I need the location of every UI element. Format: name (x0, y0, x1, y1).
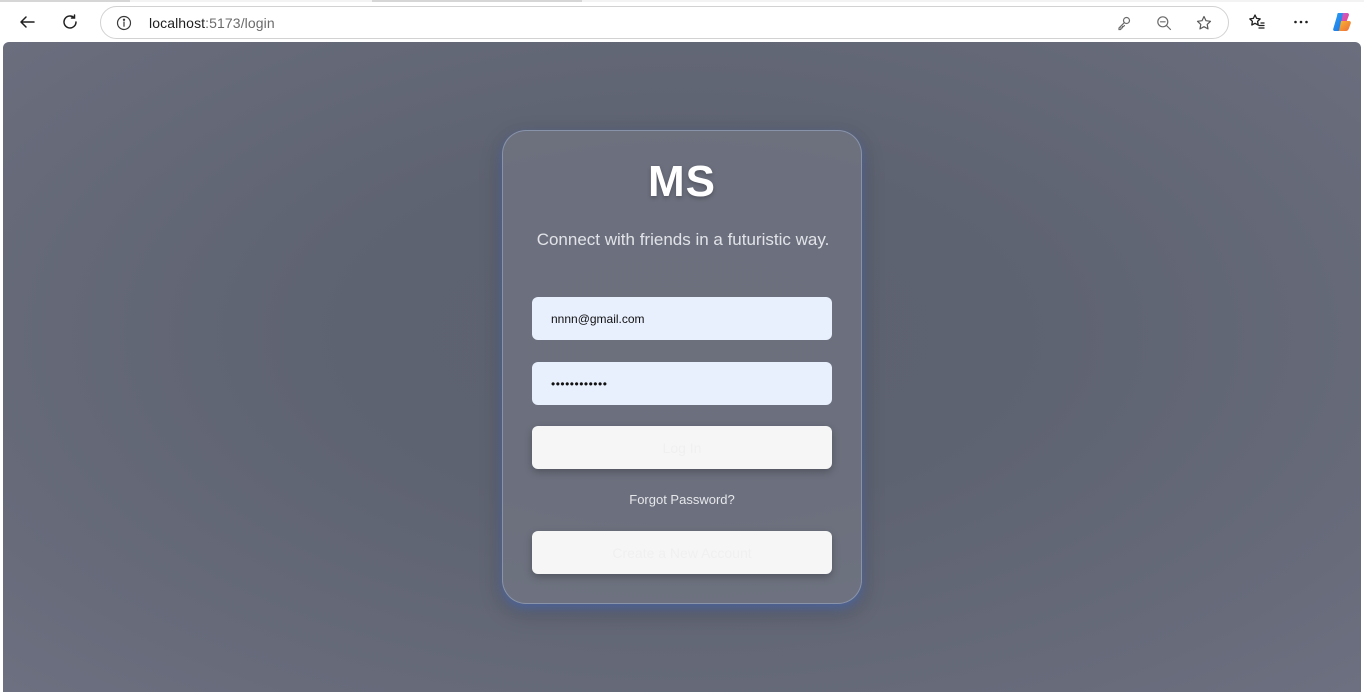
url-host: localhost (149, 15, 206, 31)
page-viewport: MS Connect with friends in a futuristic … (3, 42, 1361, 692)
login-card: MS Connect with friends in a futuristic … (502, 130, 862, 604)
password-field[interactable] (532, 362, 832, 405)
more-icon[interactable] (1285, 6, 1317, 38)
email-field[interactable] (532, 297, 832, 340)
browser-toolbar: localhost:5173/login (0, 2, 1364, 42)
star-icon[interactable] (1194, 13, 1214, 33)
copilot-icon[interactable] (1326, 6, 1358, 38)
favorites-icon[interactable] (1241, 6, 1273, 38)
zoom-out-icon[interactable] (1154, 13, 1174, 33)
address-bar[interactable]: localhost:5173/login (100, 6, 1229, 39)
back-arrow-icon[interactable] (11, 6, 43, 38)
key-icon[interactable] (1114, 13, 1134, 33)
forgot-password-link[interactable]: Forgot Password? (503, 492, 861, 507)
login-button[interactable]: Log In (532, 426, 832, 469)
reload-icon[interactable] (54, 6, 86, 38)
address-url[interactable]: localhost:5173/login (149, 15, 275, 31)
login-button-label: Log In (662, 439, 702, 456)
app-logo: MS (648, 157, 716, 206)
url-path: :5173/login (205, 15, 275, 31)
tagline: Connect with friends in a futuristic way… (536, 230, 830, 249)
create-account-label: Create a New Account (612, 544, 752, 561)
info-icon[interactable] (115, 14, 133, 32)
create-account-button[interactable]: Create a New Account (532, 531, 832, 574)
